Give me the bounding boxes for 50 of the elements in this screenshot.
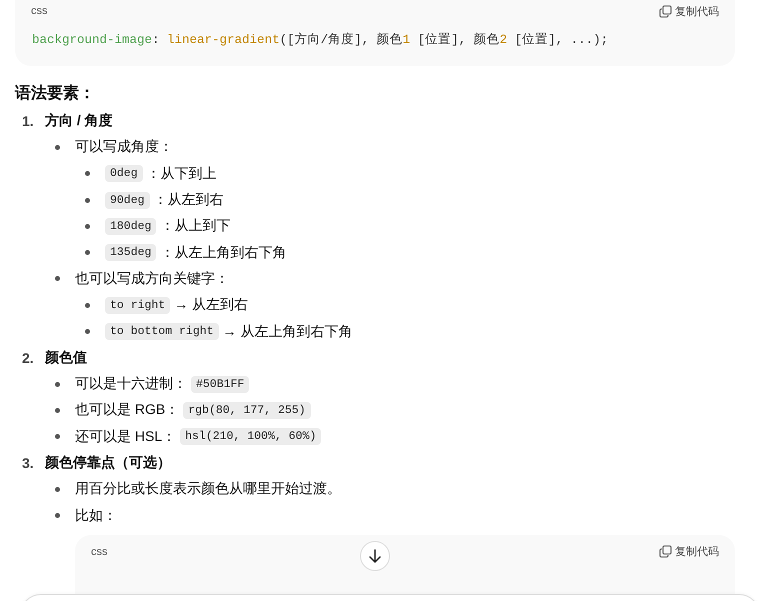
list-item-text: → 从左到右 <box>174 296 248 314</box>
inline-code: hsl(210, 100%, 60%) <box>180 428 322 446</box>
bullet-icon <box>85 329 90 334</box>
copy-icon <box>659 545 672 558</box>
list-item-text: 可以是十六进制： <box>75 375 187 394</box>
list-item-text: 还可以是 HSL： <box>75 428 176 446</box>
bullet-icon <box>55 513 60 518</box>
section-heading: 语法要素： <box>15 83 96 104</box>
list-item-text: ：从左到右 <box>154 191 224 210</box>
bullet-icon <box>55 434 60 440</box>
inline-code: 135deg <box>105 244 156 262</box>
inline-code: to bottom right <box>105 323 219 340</box>
list-item-text: 也可以写成方向关键字： <box>75 270 229 288</box>
bullet-icon <box>55 144 60 150</box>
code-line: background-image: linear-gradient([方向/角度], 颜色1 [位置], 颜色2 [位置], ...); <box>31 32 610 48</box>
inline-code: to right <box>105 296 170 314</box>
copy-code-button[interactable]: 复制代码 <box>659 4 719 18</box>
bullet-icon <box>85 171 90 176</box>
inline-code: 0deg <box>105 165 143 182</box>
list-item-text: ：从上到下 <box>160 217 230 236</box>
list-number: 2. <box>22 350 35 366</box>
inline-code: 90deg <box>105 192 150 209</box>
code-language-label: css <box>91 546 108 558</box>
inline-code: 180deg <box>105 218 156 235</box>
list-item-text: ：从左上角到右下角 <box>160 244 286 262</box>
inline-code: rgb(80, 177, 255) <box>183 402 311 419</box>
arrow-down-icon <box>367 548 383 564</box>
list-item-text: 也可以是 RGB： <box>75 401 180 420</box>
bullet-icon <box>55 486 60 492</box>
list-item-text: 比如： <box>75 506 117 525</box>
bullet-icon <box>85 302 90 308</box>
bullet-icon <box>85 224 90 229</box>
list-item-text: 用百分比或长度表示颜色从哪里开始过渡。 <box>75 480 341 498</box>
bullet-icon <box>55 276 60 282</box>
bullet-icon <box>85 198 90 203</box>
list-item-text: ：从下到上 <box>146 164 217 183</box>
copy-code-button[interactable]: 复制代码 <box>659 544 719 560</box>
bullet-icon <box>85 250 90 256</box>
bullet-icon <box>55 382 60 387</box>
bullet-icon <box>55 408 60 413</box>
code-language-label: css <box>31 5 48 17</box>
list-item-title: 颜色停靠点（可选） <box>45 454 171 472</box>
list-item-title: 颜色值 <box>45 348 87 367</box>
inline-code: #50B1FF <box>191 376 250 393</box>
list-number: 3. <box>22 455 35 471</box>
list-item-title: 方向 / 角度 <box>45 112 113 130</box>
list-number: 1. <box>22 113 35 130</box>
list-item-text: 可以写成角度： <box>75 138 173 156</box>
list-item-text: → 从左上角到右下角 <box>222 322 352 341</box>
copy-icon <box>659 4 672 18</box>
